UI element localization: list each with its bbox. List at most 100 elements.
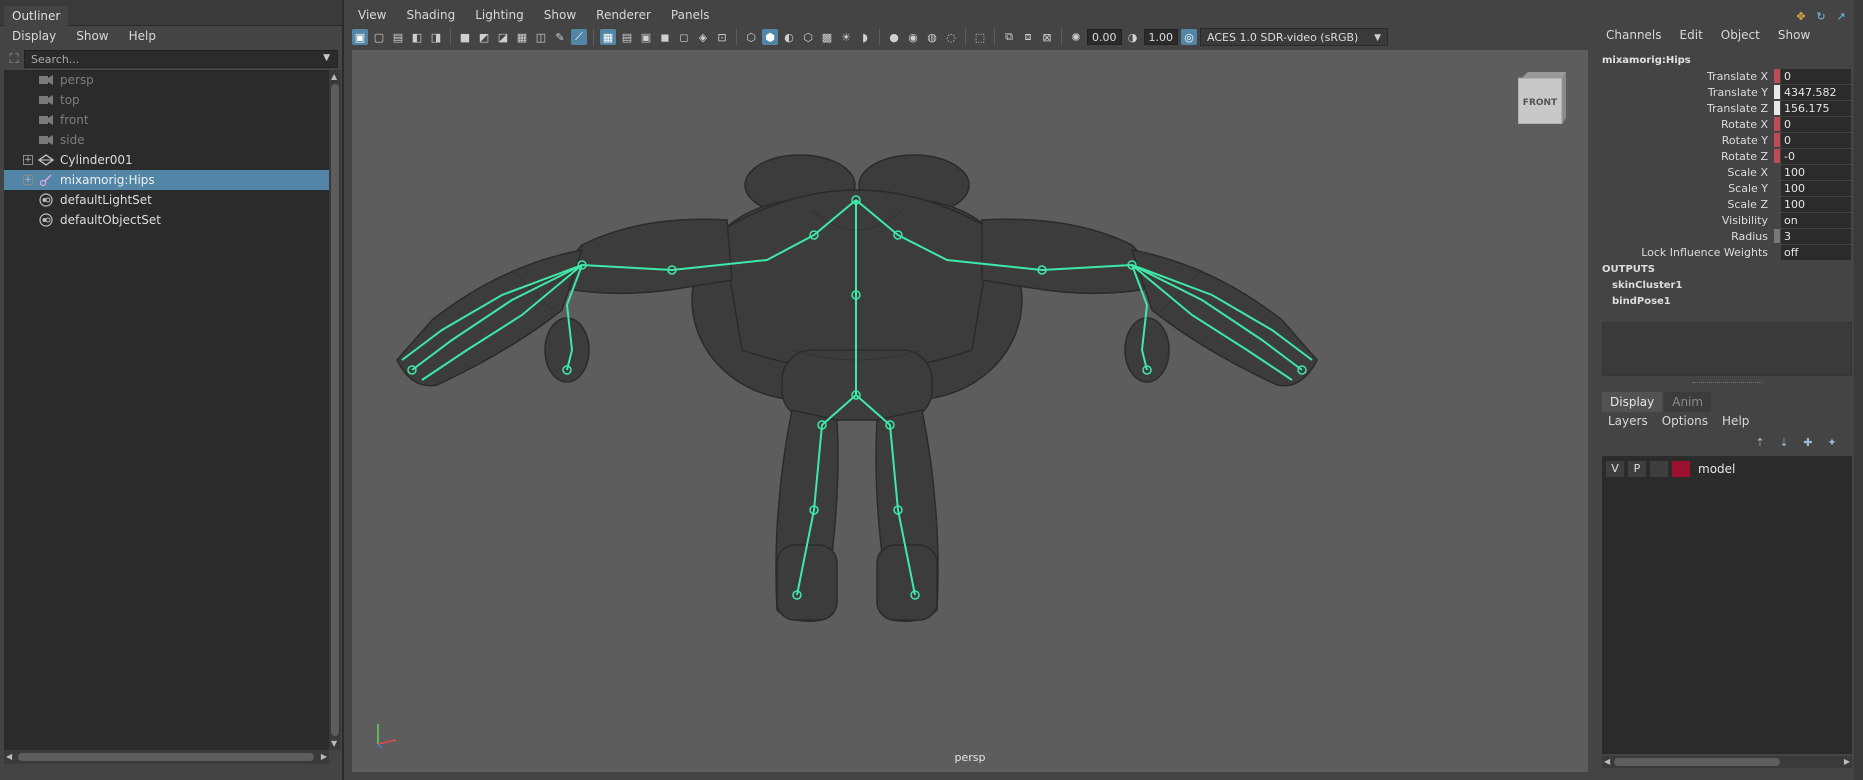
layer-visibility-toggle[interactable]: V: [1606, 461, 1624, 477]
xray-joints-icon[interactable]: ⟋: [571, 29, 587, 45]
exposure-icon[interactable]: ✺: [1068, 29, 1084, 45]
outliner-search-input[interactable]: [24, 50, 338, 68]
move-tool-icon[interactable]: ✥: [1793, 8, 1809, 24]
camera-lock-icon[interactable]: ⊠: [1039, 29, 1055, 45]
outliner-tab[interactable]: Outliner: [4, 6, 69, 26]
channel-rotate-y[interactable]: Rotate Y 0: [1592, 132, 1852, 148]
channel-scale-y[interactable]: Scale Y 100: [1592, 180, 1852, 196]
search-dropdown-arrow-icon[interactable]: ▼: [323, 53, 330, 63]
channel-value[interactable]: 156.175: [1781, 100, 1851, 116]
channel-visibility[interactable]: Visibility on: [1592, 212, 1852, 228]
viewport-canvas[interactable]: FRONT persp: [352, 50, 1588, 772]
selected-object-name[interactable]: mixamorig:Hips: [1602, 55, 1691, 66]
scroll-right-arrow-icon[interactable]: ▶: [1844, 757, 1850, 766]
channel-value[interactable]: on: [1781, 212, 1851, 228]
xray-icon[interactable]: ◈: [695, 29, 711, 45]
outliner-item-side[interactable]: side: [4, 130, 329, 150]
outliner-item-top[interactable]: top: [4, 90, 329, 110]
shaded-cube-icon[interactable]: ⬢: [762, 29, 778, 45]
viewport-menu-view[interactable]: View: [358, 8, 386, 22]
depth-of-field-icon[interactable]: ◌: [943, 29, 959, 45]
default-material-icon[interactable]: ◐: [781, 29, 797, 45]
side-tab-strip[interactable]: [1854, 0, 1863, 780]
textured-icon[interactable]: ⊡: [714, 29, 730, 45]
gamma-field[interactable]: 1.00: [1143, 29, 1178, 45]
exposure-field[interactable]: 0.00: [1087, 29, 1122, 45]
channel-value[interactable]: 100: [1781, 164, 1851, 180]
channel-value[interactable]: 0: [1781, 132, 1851, 148]
expand-plus-icon[interactable]: +: [23, 175, 33, 185]
viewport-menu-panels[interactable]: Panels: [671, 8, 710, 22]
graph-icon[interactable]: ↗: [1833, 8, 1849, 24]
colorspace-dropdown[interactable]: ACES 1.0 SDR-video (sRGB) ▼: [1200, 28, 1388, 46]
channel-radius[interactable]: Radius 3: [1592, 228, 1852, 244]
channel-value[interactable]: off: [1781, 244, 1851, 260]
gate-mask-icon[interactable]: ◪: [495, 29, 511, 45]
film-gate-icon[interactable]: ■: [457, 29, 473, 45]
refresh-icon[interactable]: ↻: [1813, 8, 1829, 24]
outliner-vscroll-thumb[interactable]: [331, 84, 339, 736]
cb-menu-edit[interactable]: Edit: [1680, 28, 1703, 42]
layer-menu-layers[interactable]: Layers: [1608, 414, 1648, 428]
channel-translate-x[interactable]: Translate X 0: [1592, 68, 1852, 84]
bookmark-icon[interactable]: ▤: [390, 29, 406, 45]
outliner-menu-help[interactable]: Help: [129, 29, 156, 43]
viewport-menu-shading[interactable]: Shading: [406, 8, 455, 22]
channel-scale-x[interactable]: Scale X 100: [1592, 164, 1852, 180]
viewport-menu-lighting[interactable]: Lighting: [475, 8, 524, 22]
tab-display[interactable]: Display: [1602, 392, 1663, 412]
cb-menu-channels[interactable]: Channels: [1606, 28, 1662, 42]
scroll-down-arrow-icon[interactable]: ▼: [331, 739, 337, 748]
smooth-shade-icon[interactable]: ▣: [638, 29, 654, 45]
tab-anim[interactable]: Anim: [1664, 392, 1712, 412]
multisample-icon[interactable]: ◍: [924, 29, 940, 45]
outliner-vertical-scrollbar[interactable]: ▲ ▼: [329, 70, 341, 750]
outliner-item-persp[interactable]: persp: [4, 70, 329, 90]
panel-splitter-handle[interactable]: [1692, 382, 1762, 384]
ui-layout-icon[interactable]: ⧉: [1001, 29, 1017, 45]
field-chart-icon[interactable]: ▦: [514, 29, 530, 45]
layer-list-horizontal-scrollbar[interactable]: ◀ ▶: [1602, 756, 1852, 768]
channel-translate-z[interactable]: Translate Z 156.175: [1592, 100, 1852, 116]
move-layer-up-icon[interactable]: ⇡: [1752, 434, 1768, 450]
isolate-select-icon[interactable]: ◻: [676, 29, 692, 45]
channel-rotate-x[interactable]: Rotate X 0: [1592, 116, 1852, 132]
hud-icon[interactable]: ⧈: [1020, 29, 1036, 45]
expand-plus-icon[interactable]: +: [23, 155, 33, 165]
cb-menu-object[interactable]: Object: [1721, 28, 1760, 42]
filter-icon[interactable]: ⛶: [4, 50, 24, 68]
grid-icon[interactable]: ▦: [600, 29, 616, 45]
camera-attributes-icon[interactable]: ▢: [371, 29, 387, 45]
channel-value[interactable]: 100: [1781, 196, 1851, 212]
layer-playback-toggle[interactable]: P: [1628, 461, 1646, 477]
outliner-horizontal-scrollbar[interactable]: ◀ ▶: [4, 750, 329, 764]
view-cube[interactable]: FRONT: [1517, 72, 1566, 125]
grease-pencil-icon[interactable]: ✎: [552, 29, 568, 45]
image-plane-icon[interactable]: ◧: [409, 29, 425, 45]
scroll-up-arrow-icon[interactable]: ▲: [331, 72, 337, 81]
color-management-icon[interactable]: ◎: [1181, 29, 1197, 45]
outliner-item-defaultobjectset[interactable]: defaultObjectSet: [4, 210, 329, 230]
channel-rotate-z[interactable]: Rotate Z -0: [1592, 148, 1852, 164]
cb-menu-show[interactable]: Show: [1778, 28, 1810, 42]
wireframe-icon[interactable]: ▤: [619, 29, 635, 45]
outliner-menu-display[interactable]: Display: [12, 29, 56, 43]
layer-menu-options[interactable]: Options: [1662, 414, 1708, 428]
resolution-gate-icon[interactable]: ◩: [476, 29, 492, 45]
scroll-left-arrow-icon[interactable]: ◀: [6, 752, 12, 761]
layer-row-model[interactable]: V P model: [1606, 460, 1735, 478]
channel-value[interactable]: 0: [1781, 116, 1851, 132]
layer-name[interactable]: model: [1698, 462, 1735, 476]
safe-action-icon[interactable]: ◫: [533, 29, 549, 45]
viewport-menu-renderer[interactable]: Renderer: [596, 8, 651, 22]
outliner-item-front[interactable]: front: [4, 110, 329, 130]
outliner-item-mixamorig-hips[interactable]: + mixamorig:Hips: [4, 170, 329, 190]
isolate-view-icon[interactable]: ⬚: [972, 29, 988, 45]
channel-scale-z[interactable]: Scale Z 100: [1592, 196, 1852, 212]
output-node-skincluster1[interactable]: skinCluster1: [1612, 280, 1682, 291]
channel-value[interactable]: 4347.582: [1781, 84, 1851, 100]
new-layer-icon[interactable]: ✚: [1800, 434, 1816, 450]
channel-value[interactable]: 0: [1781, 68, 1851, 84]
texture-cube-icon[interactable]: ⬡: [800, 29, 816, 45]
flat-shade-icon[interactable]: ◼: [657, 29, 673, 45]
